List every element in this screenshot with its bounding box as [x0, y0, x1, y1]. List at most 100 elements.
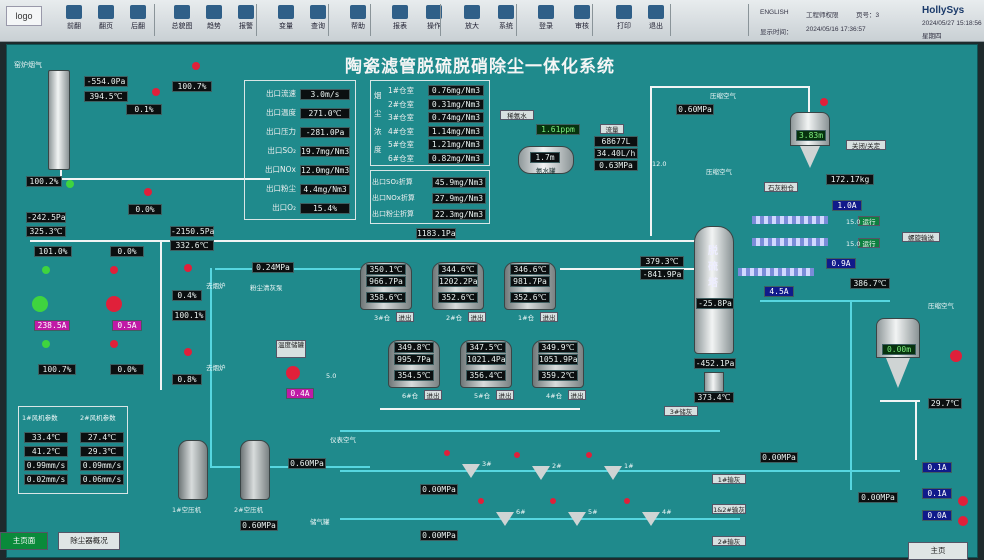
toolbar-button-8[interactable]: 查询: [302, 3, 334, 37]
hopper-valve-icon[interactable]: [550, 498, 556, 504]
chamber-button[interactable]: 进出: [424, 390, 442, 400]
brand-logo: HollySys: [922, 5, 965, 16]
chamber-press: 981.7Pa: [510, 276, 550, 287]
silo-valve-icon[interactable]: [820, 98, 828, 106]
hopper-valve-icon[interactable]: [586, 452, 592, 458]
hopper-valve-icon[interactable]: [444, 450, 450, 456]
chamber-temp-2: 352.6℃: [438, 292, 478, 303]
air-label: 压缩空气: [710, 92, 736, 100]
chamber-press: 1202.2Pa: [438, 276, 478, 287]
valve-5: 101.0%: [34, 246, 72, 257]
chamber-button[interactable]: 进出: [540, 312, 558, 322]
outlet-value: 4.4mg/Nm3: [300, 184, 350, 195]
hopper-valve-icon[interactable]: [514, 452, 520, 458]
chamber-button[interactable]: 进出: [496, 390, 514, 400]
dust-collector-button[interactable]: 除尘器概况: [58, 532, 120, 550]
toolbar-button-1[interactable]: 前翻: [58, 3, 90, 37]
pump-icon[interactable]: [286, 366, 300, 380]
toolbar-icon: [310, 5, 326, 19]
chamber-temp: 346.6℃: [510, 264, 550, 275]
ash-motor-icon[interactable]: [958, 516, 968, 526]
toolbar-button-label: 变量: [279, 23, 293, 30]
valve-indicator-icon[interactable]: [184, 264, 192, 272]
toolbar-button-6[interactable]: 报警: [230, 3, 262, 37]
toolbar-button-16[interactable]: 打印: [608, 3, 640, 37]
ash-conveyor-12[interactable]: 1&2#输灰: [712, 504, 746, 514]
valve-indicator-icon[interactable]: [184, 348, 192, 356]
chamber-button[interactable]: 进出: [396, 312, 414, 322]
toolbar-button-7[interactable]: 变量: [270, 3, 302, 37]
dust-chamber-value: 1.21mg/Nm3: [428, 139, 484, 150]
toolbar-button-4[interactable]: 总貌图: [166, 3, 198, 37]
toolbar-button-3[interactable]: 后翻: [122, 3, 154, 37]
chamber-temp-2: 352.6℃: [510, 292, 550, 303]
fan1-param: 41.2℃: [24, 446, 68, 457]
screw-feeder-1: [752, 216, 828, 224]
fan-2-icon[interactable]: [106, 296, 122, 312]
ash-conveyor-1[interactable]: 1#输灰: [712, 474, 746, 484]
toolbar-button-17[interactable]: 退出: [640, 3, 672, 37]
outlet-label: 出口NOx: [265, 165, 296, 174]
valve-indicator-icon[interactable]: [110, 340, 118, 348]
pump-amp: 0.4A: [286, 388, 314, 399]
ammonia-ppm: 1.61ppm: [536, 124, 580, 135]
conveyor-press-3: 0.00MPa: [420, 530, 458, 541]
chamber-temp-2: 354.5℃: [394, 370, 434, 381]
conversion-label: 出口SO₂折算: [372, 178, 413, 186]
valve-indicator-icon[interactable]: [144, 188, 152, 196]
fan-1-icon[interactable]: [32, 296, 48, 312]
toolbar-button-11[interactable]: 操作: [418, 3, 450, 37]
chamber-temp: 347.5℃: [466, 342, 506, 353]
temp-3: 332.6℃: [170, 240, 214, 251]
valve-7: 0.4%: [172, 290, 202, 301]
ash-temp: 29.7℃: [928, 398, 962, 409]
toolbar-button-label: 后翻: [131, 23, 145, 30]
ammonia-tank-name: 氨水罐: [536, 167, 556, 175]
chamber-button[interactable]: 进出: [468, 312, 486, 322]
compressor-press-1: 0.60MPa: [288, 458, 326, 469]
dust-side-label: 浓: [374, 127, 382, 136]
toolbar-button-14[interactable]: 登录: [530, 3, 562, 37]
chamber-press: 1051.9Pa: [538, 354, 578, 365]
feeder-amp: 1.0A: [832, 200, 862, 211]
feeder-amp-2: 0.9A: [826, 258, 856, 269]
silo-state: 关闭/关定: [846, 140, 886, 150]
air-press-main: 0.24MPa: [252, 262, 294, 273]
ash-conveyor-2[interactable]: 2#输灰: [712, 536, 746, 546]
toolbar-button-12[interactable]: 放大: [456, 3, 488, 37]
silo-temp: 386.7℃: [850, 278, 890, 289]
valve-indicator-icon[interactable]: [66, 180, 74, 188]
toolbar-button-10[interactable]: 报表: [384, 3, 416, 37]
ash-motor-icon[interactable]: [958, 496, 968, 506]
dust-side-label: 烟: [374, 91, 382, 100]
toolbar-button-5[interactable]: 趋势: [198, 3, 230, 37]
ammonia-valve: 12.0: [652, 160, 667, 168]
weekday: 星期四: [922, 33, 942, 40]
home-button[interactable]: 主页: [908, 542, 968, 560]
run-2: 运行: [858, 238, 880, 248]
toolbar-button-2[interactable]: 翻页: [90, 3, 122, 37]
toolbar-button-label: 系统: [499, 23, 513, 30]
hopper-label: 3#: [482, 460, 492, 468]
chamber-name: 3#仓: [374, 314, 391, 322]
valve-indicator-icon[interactable]: [42, 340, 50, 348]
ash-fan-icon[interactable]: [950, 350, 962, 362]
main-page-button[interactable]: 主页面: [0, 532, 48, 550]
conversion-value: 45.9mg/Nm3: [432, 177, 486, 188]
conveyor-press-2: 0.00MPa: [760, 452, 798, 463]
lang-switch[interactable]: ENGLISH: [760, 9, 789, 16]
hopper-valve-icon[interactable]: [478, 498, 484, 504]
valve-indicator-icon[interactable]: [42, 266, 50, 274]
chamber-temp: 349.8℃: [394, 342, 434, 353]
toolbar-button-15[interactable]: 审核: [566, 3, 598, 37]
valve-indicator-icon[interactable]: [152, 88, 160, 96]
valve-indicator-icon[interactable]: [192, 62, 200, 70]
chamber-button[interactable]: 进出: [568, 390, 586, 400]
ash-amp-2: 0.1A: [922, 488, 952, 499]
toolbar-button-13[interactable]: 系统: [490, 3, 522, 37]
conveyor-press-1: 0.00MPa: [420, 484, 458, 495]
valve-indicator-icon[interactable]: [110, 266, 118, 274]
hopper-valve-icon[interactable]: [624, 498, 630, 504]
fan2-param: 0.06mm/s: [80, 474, 124, 485]
chamber-name: 6#仓: [402, 392, 419, 400]
